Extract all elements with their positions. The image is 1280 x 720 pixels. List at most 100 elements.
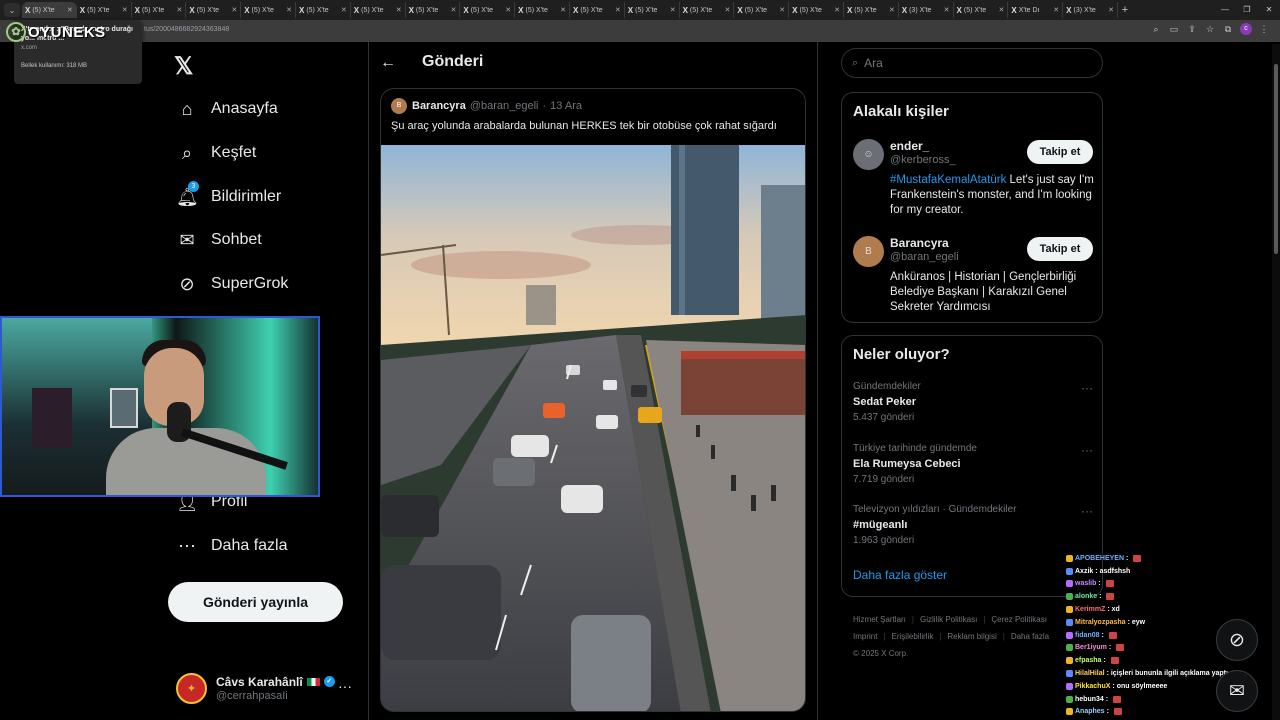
x-logo[interactable]: 𝕏 [174,52,193,81]
browser-tab[interactable]: X (5) X'te ✕ [734,2,790,18]
browser-tab[interactable]: X (5) X'te ✕ [680,2,735,18]
close-window-icon[interactable]: ✕ [1258,0,1280,20]
new-tab-button[interactable]: + [1118,4,1132,16]
browser-menu-icon[interactable]: ⋮ [1258,24,1270,35]
browser-tab[interactable]: X (5) X'te ✕ [296,2,351,18]
scrollbar-thumb[interactable] [1274,64,1278,254]
post-author-avatar[interactable]: B [391,98,407,114]
close-tab-icon[interactable]: ✕ [67,6,73,14]
post-author-name[interactable]: Barancyra [412,100,466,112]
tab-search-button[interactable]: ⌄ [4,3,20,17]
browser-tab[interactable]: X (5) X'te ✕ [570,2,625,18]
footer-link[interactable]: Erişilebilirlik [892,632,934,641]
trend-item[interactable]: Televizyon yıldızları · Gündemdekiler #m… [853,504,1093,546]
footer-link[interactable]: Daha fazla [1011,632,1049,641]
trend-more-icon[interactable]: ··· [1081,504,1093,518]
url-text[interactable]: tus/2000486682924363848 [144,26,229,33]
browser-tab[interactable]: X (5) X'te ✕ [954,2,1009,18]
zoom-icon[interactable]: ⌕ [1150,24,1162,35]
nav-item-sohbet[interactable]: ✉ Sohbet [176,227,261,253]
profile-avatar[interactable]: c [1240,23,1252,35]
messages-float-icon[interactable]: ✉ [1216,670,1258,712]
nav-item-supergrok[interactable]: ⊘ SuperGrok [176,271,288,297]
extensions-icon[interactable]: ⧉ [1222,24,1234,35]
close-tab-icon[interactable]: ✕ [177,6,183,14]
footer-link[interactable]: Gizlilik Politikası [920,615,977,624]
person-avatar[interactable]: B [853,236,884,267]
browser-tab[interactable]: X (5) X'te ✕ [77,2,132,18]
post-photo[interactable] [381,145,805,711]
search-box[interactable]: ⌕ [841,48,1103,78]
close-tab-icon[interactable]: ✕ [286,6,292,14]
page-scrollbar[interactable] [1272,44,1280,720]
browser-tab[interactable]: X (5) X'te ✕ [789,2,844,18]
person-name[interactable]: Barancyra [890,236,949,250]
minimize-icon[interactable]: — [1214,0,1236,20]
nav-item-bildirimler[interactable]: 🔔︎ 3 Bildirimler [176,180,281,210]
close-tab-icon[interactable]: ✕ [944,6,950,14]
close-tab-icon[interactable]: ✕ [451,6,457,14]
browser-tab[interactable]: X (3) X'te ✕ [1063,2,1118,18]
cast-icon[interactable]: ▭ [1168,24,1180,35]
browser-tab[interactable]: X (5) X'te ✕ [460,2,516,18]
close-tab-icon[interactable]: ✕ [505,6,511,14]
close-tab-icon[interactable]: ✕ [560,6,566,14]
close-tab-icon[interactable]: ✕ [231,6,237,14]
grok-float-icon[interactable]: ⊘ [1216,619,1258,661]
bookmark-star-icon[interactable]: ☆ [1204,24,1216,35]
browser-tab[interactable]: X (5) X'te ✕ [844,2,899,18]
account-switcher[interactable]: ✦ Câvs Karahânlî ✓ @cerrahpasaIi ··· [176,668,356,708]
close-tab-icon[interactable]: ✕ [615,6,621,14]
share-icon[interactable]: ⇪ [1186,24,1198,35]
back-arrow-icon[interactable]: ← [380,54,396,72]
person-avatar[interactable]: ☺ [853,139,884,170]
post-date[interactable]: 13 Ara [550,100,582,112]
trend-more-icon[interactable]: ··· [1081,381,1093,395]
browser-tab[interactable]: X X'te Dı ✕ [1008,2,1064,18]
person-card[interactable]: B Barancyra @baran_egeli Anküranos | His… [853,236,1093,316]
close-tab-icon[interactable]: ✕ [889,6,895,14]
close-tab-icon[interactable]: ✕ [1053,6,1059,14]
close-tab-icon[interactable]: ✕ [724,6,730,14]
person-handle[interactable]: @kerbeross_ [890,154,956,166]
follow-button[interactable]: Takip et [1027,140,1093,164]
browser-tab[interactable]: X (5) X'te ✕ [515,2,570,18]
person-name[interactable]: ender_ [890,139,929,153]
person-handle[interactable]: @baran_egeli [890,251,959,263]
close-tab-icon[interactable]: ✕ [834,6,840,14]
browser-tab[interactable]: X (5) X'te ✕ [241,2,296,18]
account-more-icon[interactable]: ··· [338,678,352,694]
restore-icon[interactable]: ❐ [1236,0,1258,20]
post-author-handle[interactable]: @baran_egeli [470,100,539,112]
browser-tab[interactable]: X (5) X'te ✕ [186,2,242,18]
browser-tab[interactable]: X (5) X'te ✕ [406,2,461,18]
close-tab-icon[interactable]: ✕ [396,6,402,14]
quoted-post[interactable]: B Barancyra @baran_egeli · 13 Ara Şu ara… [380,88,806,712]
browser-tab[interactable]: X (5) X'te ✕ [625,2,680,18]
person-bio-hashtag[interactable]: #MustafaKemalAtatürk [890,174,1006,186]
footer-link[interactable]: Imprint [853,632,877,641]
close-tab-icon[interactable]: ✕ [670,6,676,14]
trend-item[interactable]: Türkiye tarihinde gündemde Ela Rumeysa C… [853,443,1093,485]
follow-button[interactable]: Takip et [1027,237,1093,261]
close-tab-icon[interactable]: ✕ [1108,6,1114,14]
footer-link[interactable]: Hizmet Şartları [853,615,906,624]
post-button[interactable]: Gönderi yayınla [168,582,343,622]
browser-tab[interactable]: X (5) X'te ✕ [351,2,406,18]
close-tab-icon[interactable]: ✕ [998,6,1004,14]
trend-item[interactable]: Gündemdekiler Sedat Peker 5.437 gönderi … [853,381,1093,423]
nav-item-keşfet[interactable]: ⌕ Keşfet [176,140,256,166]
browser-tab[interactable]: X (3) X'te ✕ [899,2,954,18]
person-card[interactable]: ☺ ender_ @kerbeross_ #MustafaKemalAtatür… [853,139,1094,229]
browser-tab[interactable]: X (5) X'te ✕ [22,2,77,18]
footer-link[interactable]: Çerez Politikası [991,615,1047,624]
browser-tab[interactable]: X (5) X'te ✕ [132,2,187,18]
footer-link[interactable]: Reklam bilgisi [947,632,996,641]
show-more-link[interactable]: Daha fazla göster [853,568,947,582]
close-tab-icon[interactable]: ✕ [122,6,128,14]
trend-more-icon[interactable]: ··· [1081,443,1093,457]
close-tab-icon[interactable]: ✕ [341,6,347,14]
nav-item-daha-fazla[interactable]: ⋯ Daha fazla [176,533,288,559]
nav-item-anasayfa[interactable]: ⌂ Anasayfa [176,96,278,122]
search-input[interactable] [864,56,1085,70]
